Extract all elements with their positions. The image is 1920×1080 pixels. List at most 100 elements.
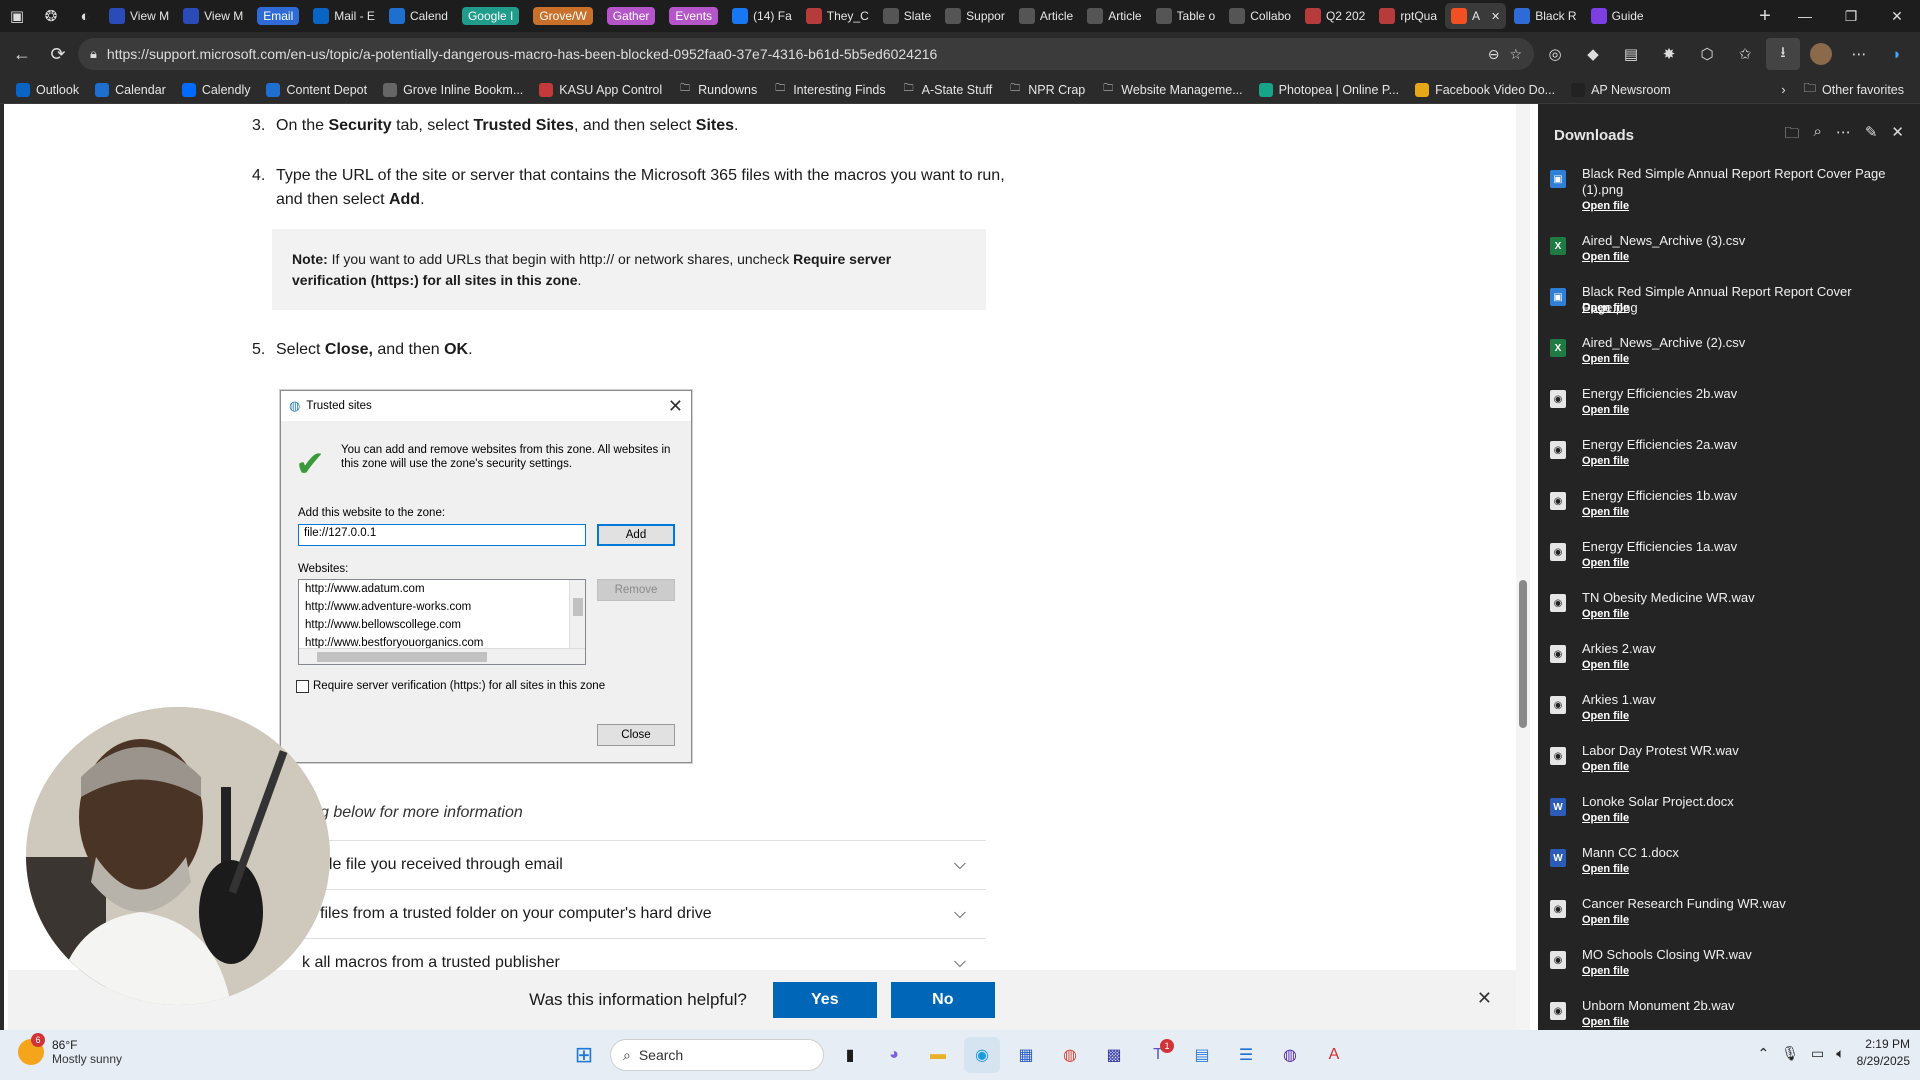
scrollbar-thumb[interactable] xyxy=(1519,580,1527,728)
download-item[interactable]: ◉ Cancer Research Funding WR.wav Open file xyxy=(1538,896,1920,947)
tab-actions-icon[interactable]: ▣ xyxy=(0,0,34,32)
copilot-app-icon[interactable]: ◕ xyxy=(876,1037,912,1073)
open-file-link[interactable]: Open file xyxy=(1582,557,1629,569)
task-view-icon[interactable]: ▮ xyxy=(832,1037,868,1073)
chevron-down-icon[interactable]: ⌵ xyxy=(954,856,966,874)
open-file-link[interactable]: Open file xyxy=(1582,761,1629,773)
acrobat-icon[interactable]: A xyxy=(1316,1037,1352,1073)
download-item[interactable]: ◉ Energy Efficiencies 2b.wav Open file xyxy=(1538,386,1920,437)
notepad-icon[interactable]: ▤ xyxy=(1184,1037,1220,1073)
favorite-folder[interactable]: 🗀 Interesting Finds xyxy=(765,81,893,99)
open-file-link[interactable]: Open file xyxy=(1582,659,1629,671)
tab[interactable]: Table o xyxy=(1150,3,1222,29)
reader-icon[interactable]: ⊖ xyxy=(1488,46,1500,63)
more-menu-icon[interactable]: ⋯ xyxy=(1842,38,1876,70)
file-explorer-icon[interactable]: ▬ xyxy=(920,1037,956,1073)
tab[interactable]: Mail - E xyxy=(307,3,381,29)
favorite-folder[interactable]: 🗀 NPR Crap xyxy=(1000,81,1093,99)
workspaces-icon[interactable]: ❂ xyxy=(34,0,68,32)
open-file-link[interactable]: Open file xyxy=(1582,251,1629,263)
tab-group[interactable]: Gather xyxy=(601,3,662,29)
search-icon[interactable]: ⌕ xyxy=(1813,123,1821,148)
open-file-link[interactable]: Open file xyxy=(1582,914,1629,926)
favorite-star-icon[interactable]: ☆ xyxy=(1509,46,1522,63)
tab[interactable]: Guide xyxy=(1585,3,1650,29)
open-file-link[interactable]: Open file xyxy=(1582,863,1629,875)
download-item[interactable]: ◉ Labor Day Protest WR.wav Open file xyxy=(1538,743,1920,794)
favorite-link[interactable]: Grove Inline Bookm... xyxy=(375,81,531,99)
extension-icon[interactable]: ◎ xyxy=(1538,38,1572,70)
tab[interactable]: Collabo xyxy=(1223,3,1297,29)
calendar-app-icon[interactable]: ☰ xyxy=(1228,1037,1264,1073)
obs-app-icon[interactable]: ◍ xyxy=(1272,1037,1308,1073)
open-file-link[interactable]: Open file xyxy=(1582,404,1629,416)
favorites-overflow-icon[interactable]: › xyxy=(1773,81,1793,99)
chevron-down-icon[interactable]: ⌵ xyxy=(954,905,966,923)
window-close-button[interactable]: ✕ xyxy=(1874,0,1920,32)
tab[interactable]: Black R xyxy=(1508,3,1582,29)
favorite-link[interactable]: Photopea | Online P... xyxy=(1251,81,1407,99)
profile-avatar[interactable] xyxy=(1804,38,1838,70)
feedback-yes-button[interactable]: Yes xyxy=(772,982,877,1018)
chevron-up-icon[interactable]: ⌃ xyxy=(1757,1045,1769,1062)
network-icon[interactable]: ▭ xyxy=(1811,1045,1824,1062)
weather-widget[interactable]: 6 86°F Mostly sunny xyxy=(18,1033,122,1066)
accordion-item[interactable]: files from a trusted folder on your comp… xyxy=(294,889,986,938)
url-text[interactable]: https://support.microsoft.com/en-us/topi… xyxy=(107,46,1478,62)
restore-button[interactable]: ❐ xyxy=(1828,0,1874,32)
feedback-no-button[interactable]: No xyxy=(890,982,995,1018)
tab[interactable]: Slate xyxy=(877,3,937,29)
favorites-icon[interactable]: ✩ xyxy=(1728,38,1762,70)
tab[interactable]: Suppor xyxy=(939,3,1011,29)
download-item[interactable]: ◉ Arkies 2.wav Open file xyxy=(1538,641,1920,692)
tab[interactable]: View M xyxy=(177,3,249,29)
favorite-link[interactable]: KASU App Control xyxy=(531,81,670,99)
feedback-close-icon[interactable]: ✕ xyxy=(1477,988,1492,1009)
tab[interactable]: Calend xyxy=(383,3,454,29)
app-grid-icon[interactable]: ▩ xyxy=(1096,1037,1132,1073)
download-item[interactable]: X Aired_News_Archive (3).csv Open file xyxy=(1538,233,1920,284)
favorite-link[interactable]: Content Depot xyxy=(258,81,375,99)
volume-icon[interactable]: 🔈︎ xyxy=(1836,1045,1844,1062)
new-tab-icon[interactable]: + xyxy=(1748,0,1782,32)
extension-icon[interactable]: ▤ xyxy=(1614,38,1648,70)
more-options-icon[interactable]: ⋯ xyxy=(1836,123,1851,148)
open-file-link[interactable]: Open file xyxy=(1582,200,1629,212)
page-scrollbar[interactable] xyxy=(1516,104,1530,1030)
download-item[interactable]: ◉ Energy Efficiencies 2a.wav Open file xyxy=(1538,437,1920,488)
refresh-button[interactable]: ⟳ xyxy=(42,38,74,70)
tab-close-icon[interactable]: ✕ xyxy=(1491,10,1500,23)
open-file-link[interactable]: Open file xyxy=(1582,710,1629,722)
accordion-item[interactable]: gle file you received through email ⌵ xyxy=(294,840,986,889)
downloads-icon[interactable]: ⭳ xyxy=(1766,38,1800,70)
microphone-icon[interactable]: 🎙︎ xyxy=(1781,1045,1799,1062)
back-button[interactable]: ← xyxy=(6,38,38,70)
store-icon[interactable]: ▦ xyxy=(1008,1037,1044,1073)
tab-group[interactable]: Events xyxy=(663,3,724,29)
favorite-folder[interactable]: 🗀 Rundowns xyxy=(670,81,765,99)
edge-icon[interactable]: ◉ xyxy=(964,1037,1000,1073)
download-item[interactable]: ▣ Black Red Simple Annual Report Report C… xyxy=(1538,284,1920,335)
open-file-link[interactable]: Open file xyxy=(1582,1016,1629,1028)
download-item[interactable]: W Lonoke Solar Project.docx Open file xyxy=(1538,794,1920,845)
teams-icon[interactable]: T1 xyxy=(1140,1037,1176,1073)
download-item[interactable]: ▣ Black Red Simple Annual Report Report C… xyxy=(1538,166,1920,217)
favorite-link[interactable]: Calendar xyxy=(87,81,174,99)
open-file-link[interactable]: Open file xyxy=(1582,608,1629,620)
tab[interactable]: rptQua xyxy=(1373,3,1443,29)
tab[interactable]: Q2 202 xyxy=(1299,3,1371,29)
start-icon[interactable]: ⊞ xyxy=(566,1037,602,1073)
download-item[interactable]: ◉ Unborn Monument 2b.wav Open file xyxy=(1538,998,1920,1030)
tab[interactable]: They_C xyxy=(800,3,875,29)
download-item[interactable]: ◉ MO Schools Closing WR.wav Open file xyxy=(1538,947,1920,998)
favorite-link[interactable]: Outlook xyxy=(8,81,87,99)
extension-icon[interactable]: ◆ xyxy=(1576,38,1610,70)
favorite-link[interactable]: Calendly xyxy=(174,81,259,99)
tab-group[interactable]: Grove/W xyxy=(527,3,598,29)
tab-group[interactable]: Google I xyxy=(456,3,525,29)
download-item[interactable]: ◉ Arkies 1.wav Open file xyxy=(1538,692,1920,743)
tab[interactable]: Article xyxy=(1013,3,1079,29)
address-bar[interactable]: 🔒︎ https://support.microsoft.com/en-us/t… xyxy=(78,38,1534,70)
tab[interactable]: A ✕ xyxy=(1445,3,1507,29)
download-item[interactable]: X Aired_News_Archive (2).csv Open file xyxy=(1538,335,1920,386)
